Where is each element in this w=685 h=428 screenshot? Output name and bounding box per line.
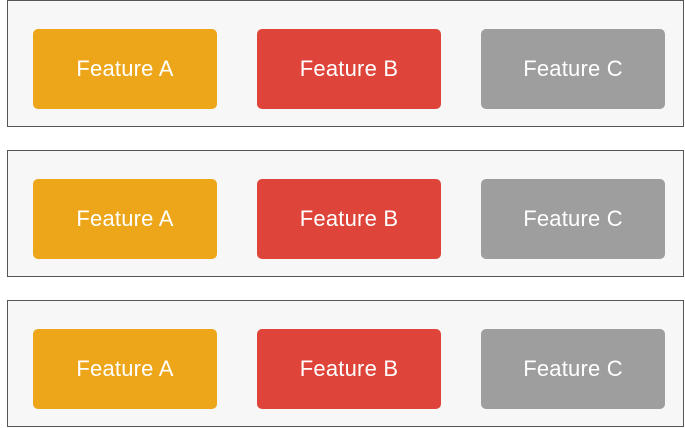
feature-a-button[interactable]: Feature A <box>33 29 217 109</box>
feature-row-3: Feature A Feature B Feature C <box>7 300 684 427</box>
feature-c-button[interactable]: Feature C <box>481 329 665 409</box>
feature-a-button[interactable]: Feature A <box>33 329 217 409</box>
feature-b-button[interactable]: Feature B <box>257 179 441 259</box>
feature-c-button[interactable]: Feature C <box>481 29 665 109</box>
feature-b-button[interactable]: Feature B <box>257 29 441 109</box>
feature-row-1: Feature A Feature B Feature C <box>7 0 684 127</box>
feature-c-button[interactable]: Feature C <box>481 179 665 259</box>
feature-b-button[interactable]: Feature B <box>257 329 441 409</box>
feature-a-button[interactable]: Feature A <box>33 179 217 259</box>
feature-row-2: Feature A Feature B Feature C <box>7 150 684 277</box>
